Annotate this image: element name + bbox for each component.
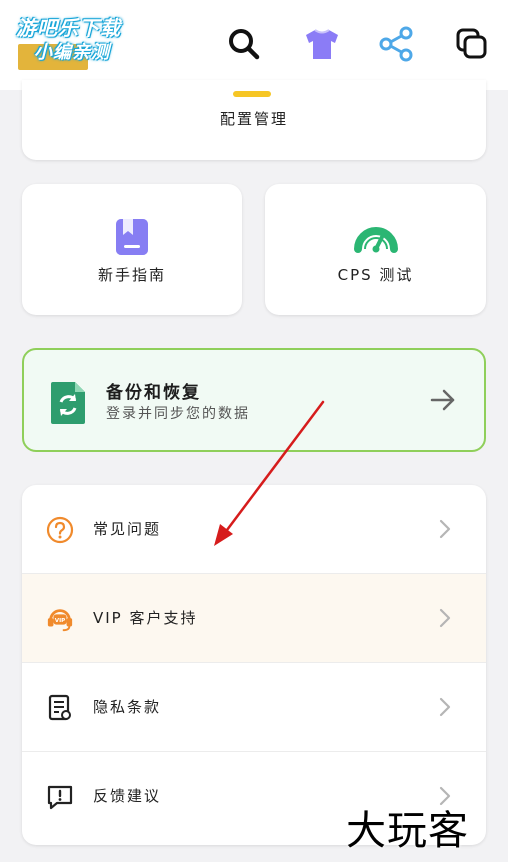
config-management-label-wrap: 配置管理 xyxy=(22,108,486,129)
settings-list: 常见问题 VIP VIP 客户支持 隐私条款 反馈建议 xyxy=(22,485,486,845)
share-button[interactable] xyxy=(374,22,418,66)
logo-line1: 游吧乐下载 xyxy=(16,16,121,40)
backup-subtitle: 登录并同步您的数据 xyxy=(106,406,250,422)
search-button[interactable] xyxy=(222,22,266,66)
site-watermark-logo: 游吧乐下载 小编亲测 xyxy=(14,8,154,70)
chevron-right-icon xyxy=(438,607,452,633)
vip-support-label: VIP 客户支持 xyxy=(93,609,198,627)
list-item-privacy[interactable]: 隐私条款 xyxy=(22,663,486,752)
logo-line2: 小编亲测 xyxy=(34,42,110,63)
cps-test-label: CPS 测试 xyxy=(337,266,414,284)
beginner-guide-card[interactable]: 新手指南 xyxy=(22,184,242,315)
top-bar: 游吧乐下载 小编亲测 xyxy=(0,0,508,90)
brand-watermark: 大玩客 xyxy=(346,808,469,854)
headset-icon: VIP xyxy=(46,605,74,633)
copy-icon xyxy=(456,28,487,59)
share-icon xyxy=(379,26,413,62)
active-tab-indicator xyxy=(233,91,271,97)
feedback-label: 反馈建议 xyxy=(93,787,162,805)
feedback-icon xyxy=(46,783,74,811)
faq-label: 常见问题 xyxy=(93,520,162,538)
beginner-guide-label: 新手指南 xyxy=(97,266,166,284)
copy-button[interactable] xyxy=(450,22,494,66)
document-icon xyxy=(46,694,74,722)
backup-restore-card[interactable]: 备份和恢复 登录并同步您的数据 xyxy=(22,348,486,452)
arrow-right-icon xyxy=(430,388,456,416)
gauge-icon xyxy=(353,217,399,257)
chevron-right-icon xyxy=(438,518,452,544)
config-management-label: 配置管理 xyxy=(219,110,288,128)
question-icon xyxy=(46,516,74,544)
list-item-vip-support[interactable]: VIP VIP 客户支持 xyxy=(22,574,486,663)
theme-button[interactable] xyxy=(300,22,344,66)
cps-test-card[interactable]: CPS 测试 xyxy=(265,184,486,315)
bookmark-icon xyxy=(114,217,150,261)
svg-text:VIP: VIP xyxy=(55,618,66,624)
search-icon xyxy=(229,29,260,60)
tshirt-icon xyxy=(306,29,338,59)
chevron-right-icon xyxy=(438,696,452,722)
backup-title: 备份和恢复 xyxy=(106,383,201,403)
list-item-faq[interactable]: 常见问题 xyxy=(22,485,486,574)
file-sync-icon xyxy=(49,380,87,430)
privacy-label: 隐私条款 xyxy=(93,698,162,716)
